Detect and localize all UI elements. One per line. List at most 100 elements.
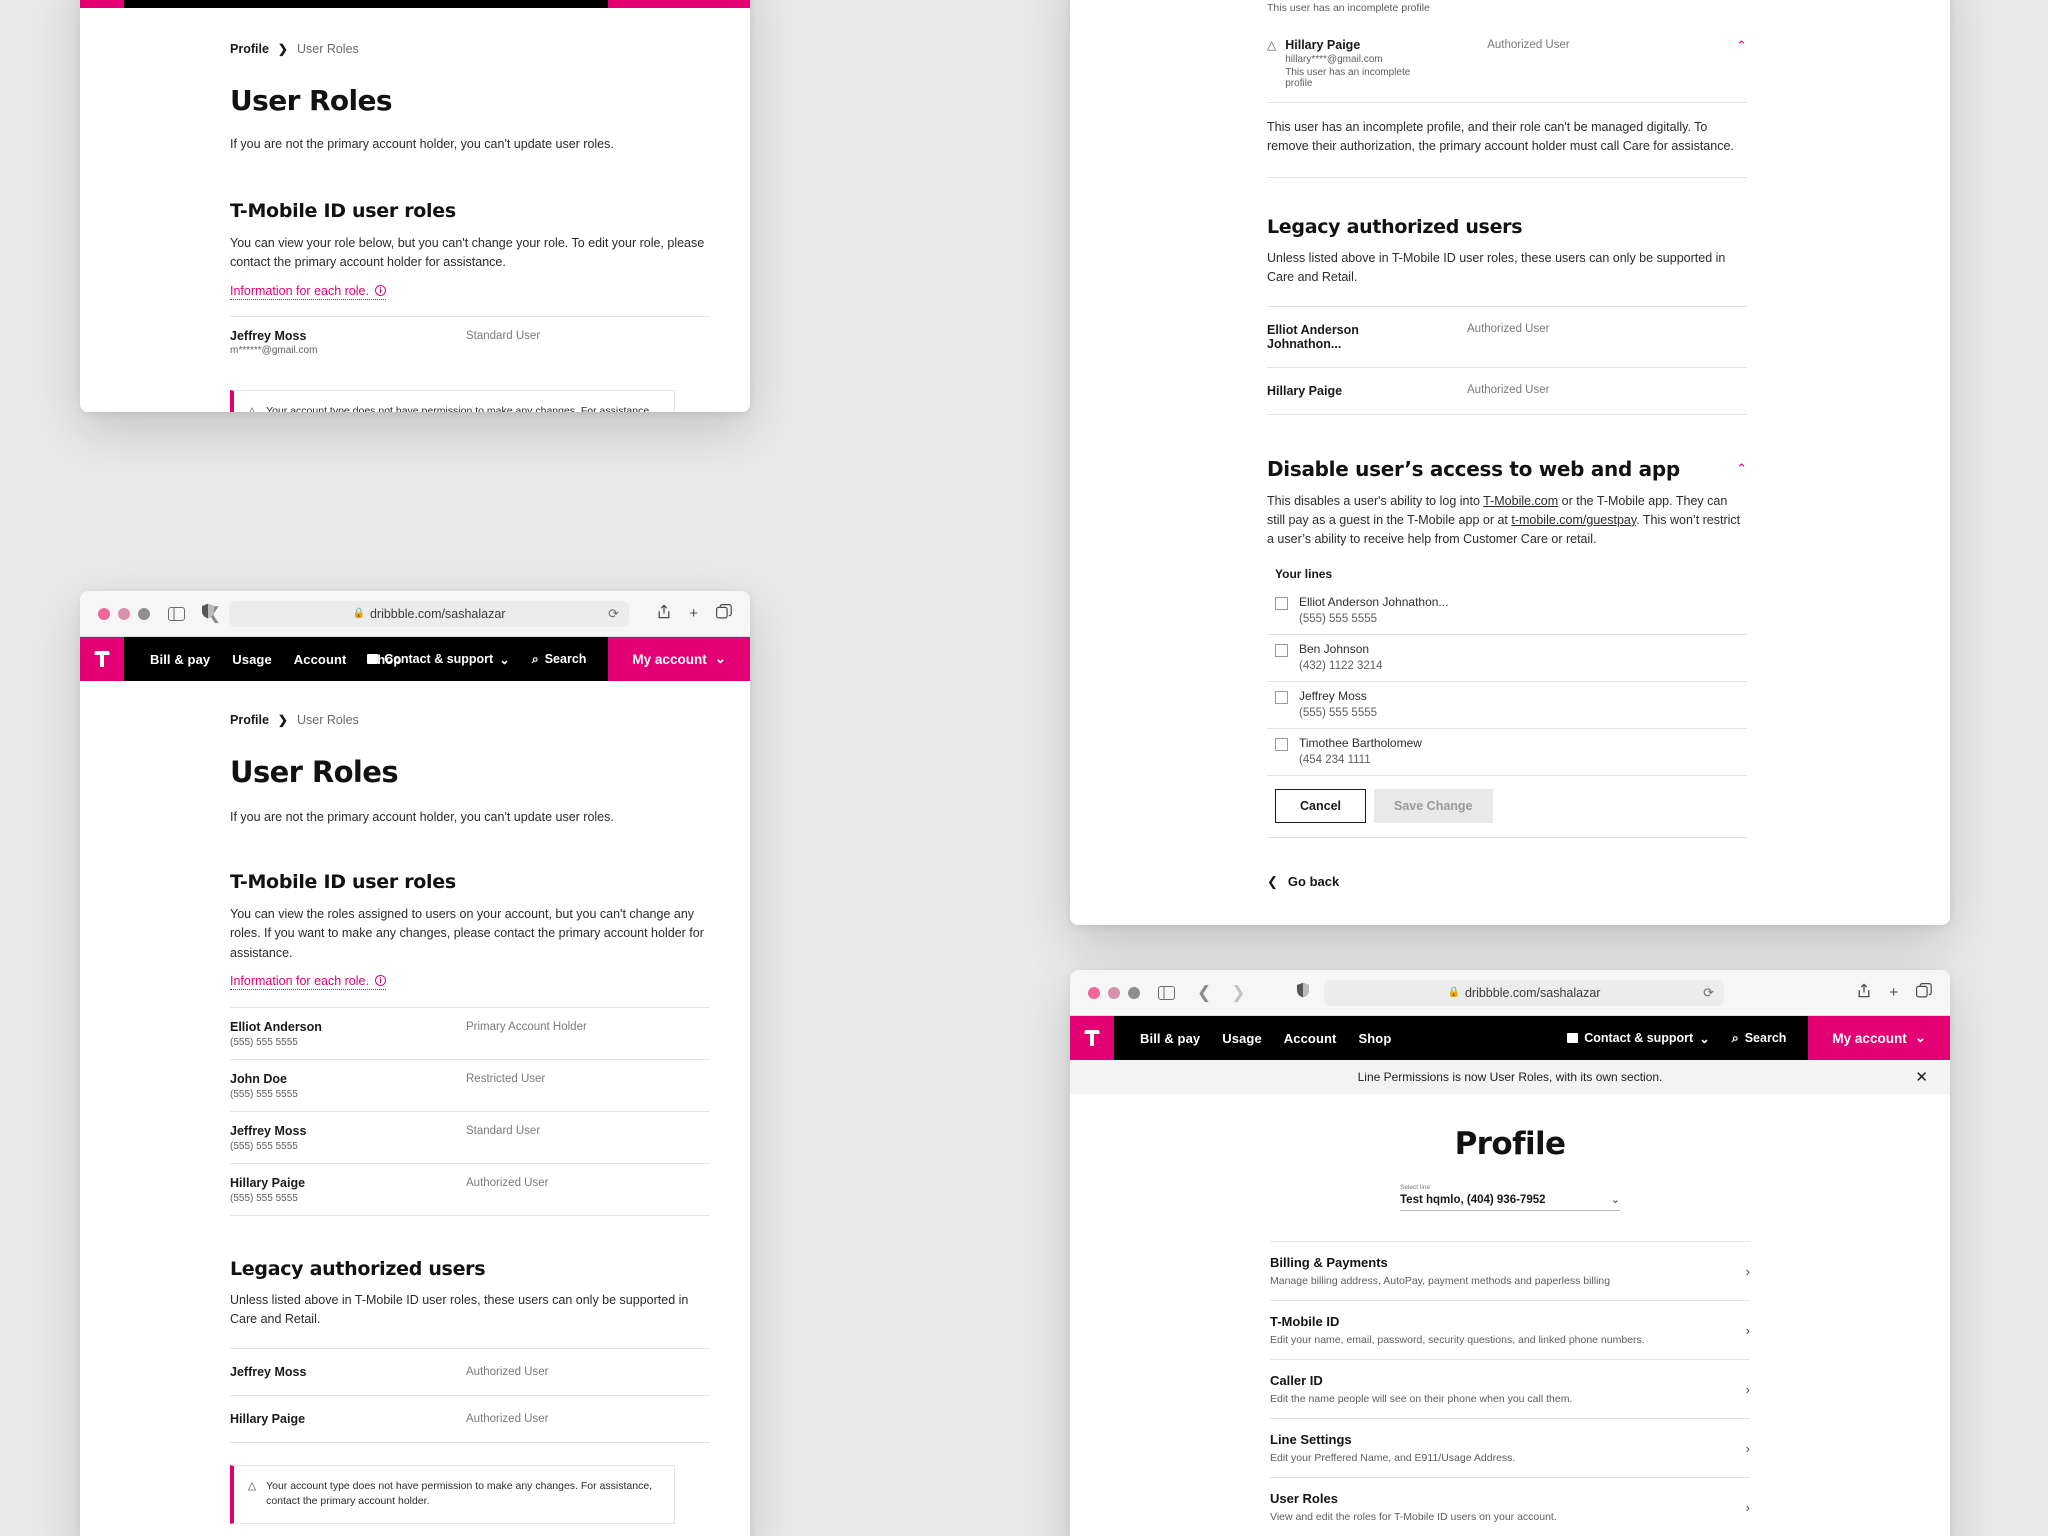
minimize-window-button[interactable]	[1108, 986, 1120, 999]
breadcrumb-profile[interactable]: Profile	[230, 713, 269, 727]
sidebar-toggle-icon[interactable]	[1158, 985, 1175, 1000]
tabs-icon[interactable]	[1916, 983, 1932, 1002]
minimize-window-button[interactable]	[118, 607, 130, 620]
t-mobile-logo[interactable]	[80, 0, 124, 8]
line-item[interactable]: Elliot Anderson Johnathon... (555) 555 5…	[1267, 588, 1747, 635]
tmobile-com-link[interactable]: T-Mobile.com	[1483, 494, 1558, 508]
incomplete-profile-note-top: This user has an incomplete profile	[1267, 2, 1430, 14]
nav-link-usage[interactable]: Usage	[1222, 1031, 1262, 1046]
select-line-value: Test hqmlo, (404) 936-7952	[1400, 1193, 1546, 1206]
back-button[interactable]: ❮	[1197, 983, 1211, 1003]
search-label: Search	[544, 652, 587, 666]
table-row: Hillary Paige Authorized User	[1267, 366, 1747, 415]
banner-text: Line Permissions is now User Roles, with…	[1357, 1070, 1663, 1084]
reload-icon[interactable]: ⟳	[1703, 985, 1714, 1001]
share-icon[interactable]	[1857, 982, 1871, 1003]
reload-icon[interactable]: ⟳	[608, 606, 619, 622]
table-row: Elliot Anderson Johnathon... Authorized …	[1267, 305, 1747, 367]
url-input[interactable]: 🔒 dribbble.com/sashalazar ⟳	[1324, 979, 1724, 1006]
go-back-button[interactable]: ❮ Go back	[1267, 874, 1747, 890]
my-account-button[interactable]: My account ⌄	[608, 0, 750, 8]
disable-access-header[interactable]: Disable user’s access to web and app ⌃	[1267, 457, 1747, 481]
page-lead: If you are not the primary account holde…	[230, 810, 614, 824]
select-line-label: Select line	[1400, 1184, 1430, 1191]
chevron-down-icon: ⌄	[1699, 1031, 1710, 1046]
contact-and-support-menu[interactable]: Contact & support ⌄	[367, 652, 510, 667]
expanded-user-row[interactable]: △ Hillary Paige hillary****@gmail.com Th…	[1267, 24, 1747, 103]
close-window-button[interactable]	[98, 607, 110, 620]
chevron-right-icon: ›	[1745, 1440, 1750, 1456]
save-change-button[interactable]: Save Change	[1374, 788, 1493, 823]
user-role: Authorized User	[466, 1412, 549, 1425]
maximize-window-button[interactable]	[138, 607, 150, 620]
plus-icon[interactable]: +	[1889, 984, 1898, 1001]
share-icon[interactable]	[657, 603, 671, 624]
line-checkbox[interactable]	[1275, 690, 1288, 704]
shield-icon[interactable]	[1296, 982, 1310, 1003]
cancel-button[interactable]: Cancel	[1275, 788, 1366, 823]
nav-link-account[interactable]: Account	[294, 652, 347, 667]
close-icon[interactable]: ✕	[1915, 1068, 1928, 1086]
line-name: Elliot Anderson Johnathon...	[1299, 594, 1449, 609]
nav-link-bill-and-pay[interactable]: Bill & pay	[150, 652, 210, 667]
line-item[interactable]: Ben Johnson (432) 1122 3214	[1267, 635, 1747, 682]
my-account-button[interactable]: My account ⌄	[608, 637, 750, 681]
t-mobile-logo[interactable]	[80, 637, 124, 681]
chevron-up-icon[interactable]: ⌃	[1736, 461, 1747, 477]
legacy-body: Unless listed above in T-Mobile ID user …	[230, 1292, 689, 1327]
profile-page-body: Profile Select line Test hqmlo, (404) 93…	[1070, 1094, 1950, 1536]
user-role: Restricted User	[466, 1072, 546, 1085]
nav-link-bill-and-pay[interactable]: Bill & pay	[1140, 1031, 1200, 1046]
url-input[interactable]: 🔒 dribbble.com/sashalazar ⟳	[229, 600, 629, 627]
list-item-user-roles[interactable]: User Roles View and edit the roles for T…	[1270, 1477, 1750, 1536]
list-item-billing-and-payments[interactable]: Billing & Payments Manage billing addres…	[1270, 1241, 1750, 1300]
information-for-each-role-link[interactable]: Information for each role. i	[230, 284, 386, 300]
line-name: Timothee Bartholomew	[1299, 735, 1422, 750]
sidebar-toggle-icon[interactable]	[168, 606, 185, 621]
line-checkbox[interactable]	[1275, 596, 1288, 610]
permission-notice-text: Your account type does not have permissi…	[266, 404, 653, 413]
list-item-line-settings[interactable]: Line Settings Edit your Preffered Name, …	[1270, 1418, 1750, 1477]
contact-and-support-menu[interactable]: Contact & support ⌄	[1567, 1031, 1710, 1046]
search-button[interactable]: ⌕ Search	[1732, 1031, 1787, 1046]
search-button[interactable]: ⌕ Search	[532, 652, 587, 667]
list-item-desc: Edit your name, email, password, securit…	[1270, 1334, 1645, 1346]
my-account-label: My account	[1832, 1030, 1907, 1046]
plus-icon[interactable]: +	[689, 605, 698, 622]
list-item-t-mobile-id[interactable]: T-Mobile ID Edit your name, email, passw…	[1270, 1300, 1750, 1359]
line-checkbox[interactable]	[1275, 643, 1288, 657]
list-item-caller-id[interactable]: Caller ID Edit the name people will see …	[1270, 1359, 1750, 1418]
profile-settings-list: Billing & Payments Manage billing addres…	[1270, 1241, 1750, 1536]
section-title-tmobile-id-roles: T-Mobile ID user roles	[230, 199, 456, 222]
information-for-each-role-link[interactable]: Information for each role. i	[230, 974, 386, 990]
info-icon: i	[374, 285, 386, 296]
expanded-user-explanation: This user has an incomplete profile, and…	[1267, 103, 1747, 178]
breadcrumb-profile[interactable]: Profile	[230, 42, 269, 56]
shield-icon[interactable]	[201, 603, 215, 624]
select-line-dropdown[interactable]: Test hqmlo, (404) 936-7952 ⌄	[1400, 1193, 1620, 1211]
list-item-title: User Roles	[1270, 1491, 1338, 1506]
nav-link-shop[interactable]: Shop	[1358, 1031, 1391, 1046]
list-item-title: T-Mobile ID	[1270, 1314, 1340, 1329]
nav-link-usage[interactable]: Usage	[232, 652, 272, 667]
nav-link-account[interactable]: Account	[1284, 1031, 1337, 1046]
chevron-up-icon[interactable]: ⌃	[1736, 38, 1747, 54]
maximize-window-button[interactable]	[1128, 986, 1140, 999]
page-title: Profile	[1454, 1126, 1566, 1162]
tabs-icon[interactable]	[716, 604, 732, 623]
line-item[interactable]: Timothee Bartholomew (454 234 1111	[1267, 729, 1747, 776]
t-mobile-logo[interactable]	[1070, 1016, 1114, 1060]
user-email: m******@gmail.com	[230, 344, 318, 356]
user-name: Hillary Paige	[230, 1411, 306, 1426]
select-line-field[interactable]: Select line Test hqmlo, (404) 936-7952 ⌄	[1400, 1184, 1620, 1211]
close-window-button[interactable]	[1088, 986, 1100, 999]
line-checkbox[interactable]	[1275, 737, 1288, 751]
your-lines-label: Your lines	[1275, 566, 1333, 581]
guestpay-link[interactable]: t-mobile.com/guestpay	[1511, 513, 1636, 527]
my-account-button[interactable]: My account ⌄	[1808, 1016, 1950, 1060]
user-phone: (555) 555 5555	[230, 1036, 298, 1048]
contact-label: Contact & support	[384, 652, 494, 666]
forward-button[interactable]: ❯	[1231, 983, 1245, 1003]
line-item[interactable]: Jeffrey Moss (555) 555 5555	[1267, 682, 1747, 729]
warning-triangle-icon: △	[248, 404, 257, 413]
